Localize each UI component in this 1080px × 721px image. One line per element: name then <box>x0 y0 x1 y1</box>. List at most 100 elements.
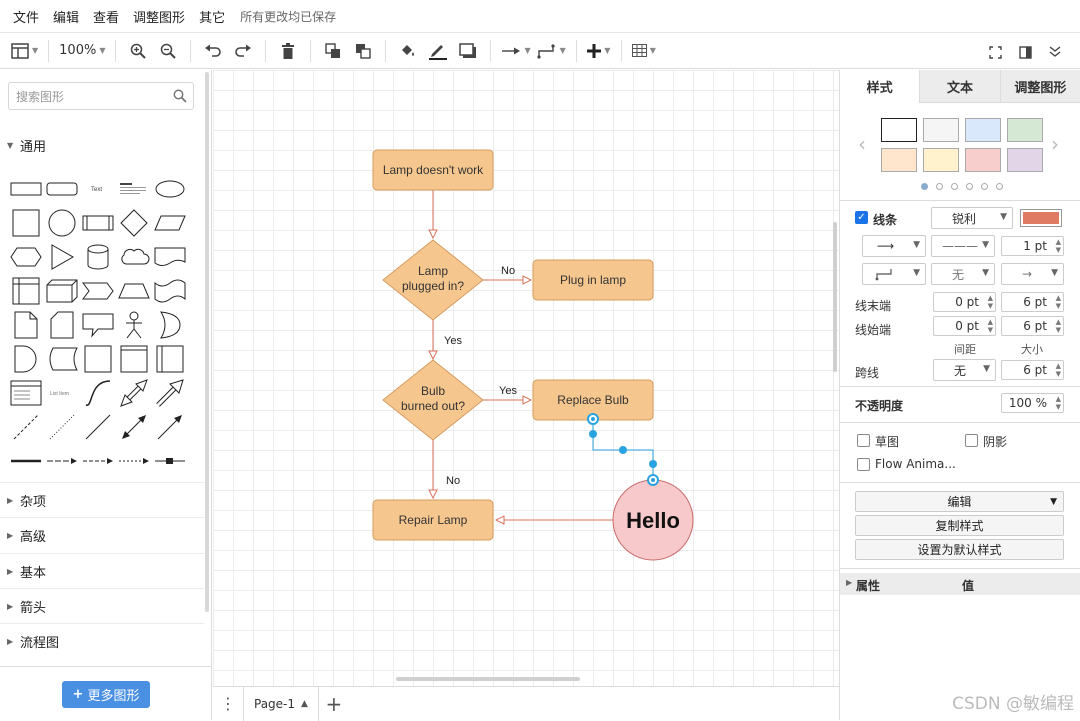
square-shape[interactable] <box>8 206 44 240</box>
diagram-canvas[interactable]: Lamp doesn't work Lamp plugged in? Plug … <box>213 70 839 686</box>
style-swatch[interactable] <box>1007 148 1043 172</box>
canvas-horizontal-scrollbar[interactable] <box>396 677 580 681</box>
shadow-button[interactable] <box>456 37 480 65</box>
search-shapes-input[interactable]: 搜索图形 <box>8 82 194 110</box>
dashed-line-shape[interactable] <box>8 410 44 444</box>
page-tab[interactable]: Page-1 ▲ <box>243 686 319 721</box>
delete-button[interactable] <box>276 37 300 65</box>
menu-view[interactable]: 查看 <box>86 7 126 26</box>
fill-color-button[interactable] <box>396 37 420 65</box>
parallelogram-shape[interactable] <box>152 206 188 240</box>
set-default-style-button[interactable]: 设置为默认样式 <box>855 539 1064 560</box>
card-shape[interactable] <box>44 308 80 342</box>
bidirectional-connector-shape[interactable] <box>116 410 152 444</box>
menu-extras[interactable]: 其它 <box>192 7 232 26</box>
square2-shape[interactable] <box>80 342 116 376</box>
callout-shape[interactable] <box>80 308 116 342</box>
container-shape[interactable] <box>116 342 152 376</box>
style-swatch[interactable] <box>881 118 917 142</box>
ellipse-shape[interactable] <box>152 172 188 206</box>
section-flowchart[interactable]: ▶ 流程图 <box>0 623 204 658</box>
flow-animation-checkbox[interactable] <box>857 458 870 471</box>
style-swatch[interactable] <box>965 148 1001 172</box>
canvas-vertical-scrollbar[interactable] <box>833 222 837 372</box>
undo-button[interactable] <box>201 37 225 65</box>
list-item-shape[interactable]: List Item <box>44 376 80 410</box>
zoom-in-button[interactable] <box>126 37 150 65</box>
note-shape[interactable] <box>8 308 44 342</box>
stored-data-shape[interactable] <box>44 342 80 376</box>
dashed-arrow-shape[interactable] <box>80 444 116 478</box>
waypoint-handle[interactable] <box>649 460 657 468</box>
actor-shape[interactable] <box>116 308 152 342</box>
connection-style-button[interactable]: ▼ <box>501 37 531 65</box>
shadow-checkbox[interactable] <box>965 434 978 447</box>
arrow-shape[interactable] <box>152 376 188 410</box>
table-button[interactable]: ▼ <box>631 37 656 65</box>
node-hello[interactable]: Hello <box>612 479 694 561</box>
page-menu-icon[interactable]: ⋮ <box>213 694 243 713</box>
line-end-style-select[interactable]: 无 ▼ <box>931 263 995 285</box>
style-swatch[interactable] <box>923 118 959 142</box>
insert-button[interactable]: ▼ <box>587 37 611 65</box>
section-advanced[interactable]: ▶ 高级 <box>0 517 204 552</box>
hexagon-shape[interactable] <box>8 240 44 274</box>
line-end-size-input[interactable]: 6 pt ▲ ▼ <box>1001 292 1064 312</box>
line-end-spacing-input[interactable]: 0 pt ▲ ▼ <box>933 292 996 312</box>
tab-arrange[interactable]: 调整图形 <box>999 70 1080 103</box>
line-pattern-select[interactable]: ——— ▼ <box>931 235 995 257</box>
fullscreen-button[interactable] <box>983 38 1007 66</box>
style-swatch[interactable] <box>881 148 917 172</box>
chevron-right-icon[interactable]: › <box>1051 132 1059 156</box>
format-panel-button[interactable] <box>1013 38 1037 66</box>
delay-shape[interactable] <box>8 342 44 376</box>
node-repair-lamp[interactable]: Repair Lamp <box>372 499 494 541</box>
collapse-button[interactable] <box>1043 38 1067 66</box>
node-lamp-plugged-in[interactable]: Lamp plugged in? <box>382 239 484 321</box>
to-back-button[interactable] <box>351 37 375 65</box>
pagination-dot[interactable] <box>921 183 928 190</box>
opacity-input[interactable]: 100 % ▲ ▼ <box>1001 393 1064 413</box>
curve-shape[interactable] <box>80 376 116 410</box>
add-page-button[interactable]: + <box>319 692 349 716</box>
redo-button[interactable] <box>231 37 255 65</box>
pagination-dot[interactable] <box>936 183 943 190</box>
menu-arrange[interactable]: 调整图形 <box>126 7 192 26</box>
cube-shape[interactable] <box>44 274 80 308</box>
spinner-icon[interactable]: ▲ ▼ <box>1056 395 1061 411</box>
menu-edit[interactable]: 编辑 <box>46 7 86 26</box>
heading-text-shape[interactable] <box>116 172 152 206</box>
line-color-button[interactable] <box>426 37 450 65</box>
waypoint-select[interactable]: ▼ <box>862 263 926 285</box>
node-bulb-burned-out[interactable]: Bulb burned out? <box>382 359 484 441</box>
section-basic[interactable]: ▶ 基本 <box>0 553 204 588</box>
node-plug-in-lamp[interactable]: Plug in lamp <box>532 259 654 301</box>
triangle-shape[interactable] <box>44 240 80 274</box>
or-shape[interactable] <box>152 308 188 342</box>
dotted-line-shape[interactable] <box>44 410 80 444</box>
line-style-select[interactable]: 锐利 ▼ <box>931 207 1013 229</box>
spinner-icon[interactable]: ▲ ▼ <box>1056 318 1061 334</box>
waypoint-style-button[interactable]: ▼ <box>537 37 566 65</box>
line-checkbox[interactable]: ✓ <box>855 211 868 224</box>
line-color-picker[interactable] <box>1020 209 1062 227</box>
copy-style-button[interactable]: 复制样式 <box>855 515 1064 536</box>
circle-shape[interactable] <box>44 206 80 240</box>
format-panel-toggle-button[interactable]: ▼ <box>11 37 38 65</box>
text-shape[interactable]: Text <box>80 172 116 206</box>
style-swatch[interactable] <box>923 148 959 172</box>
edit-dropdown[interactable]: 编辑 ▼ <box>855 491 1064 512</box>
menu-file[interactable]: 文件 <box>6 7 46 26</box>
chevron-up-icon[interactable]: ▲ <box>301 699 308 709</box>
section-arrows[interactable]: ▶ 箭头 <box>0 588 204 623</box>
section-general[interactable]: ▼ 通用 <box>0 128 204 163</box>
more-shapes-button[interactable]: + 更多图形 <box>62 681 150 708</box>
trapezoid-shape[interactable] <box>116 274 152 308</box>
sidebar-scrollbar[interactable] <box>205 72 209 612</box>
properties-header[interactable]: ▶ 属性 值 <box>840 573 1080 595</box>
directional-connector-shape[interactable] <box>152 410 188 444</box>
spinner-icon[interactable]: ▲ ▼ <box>1056 362 1061 378</box>
style-swatch[interactable] <box>1007 118 1043 142</box>
to-front-button[interactable] <box>321 37 345 65</box>
style-swatch[interactable] <box>965 118 1001 142</box>
